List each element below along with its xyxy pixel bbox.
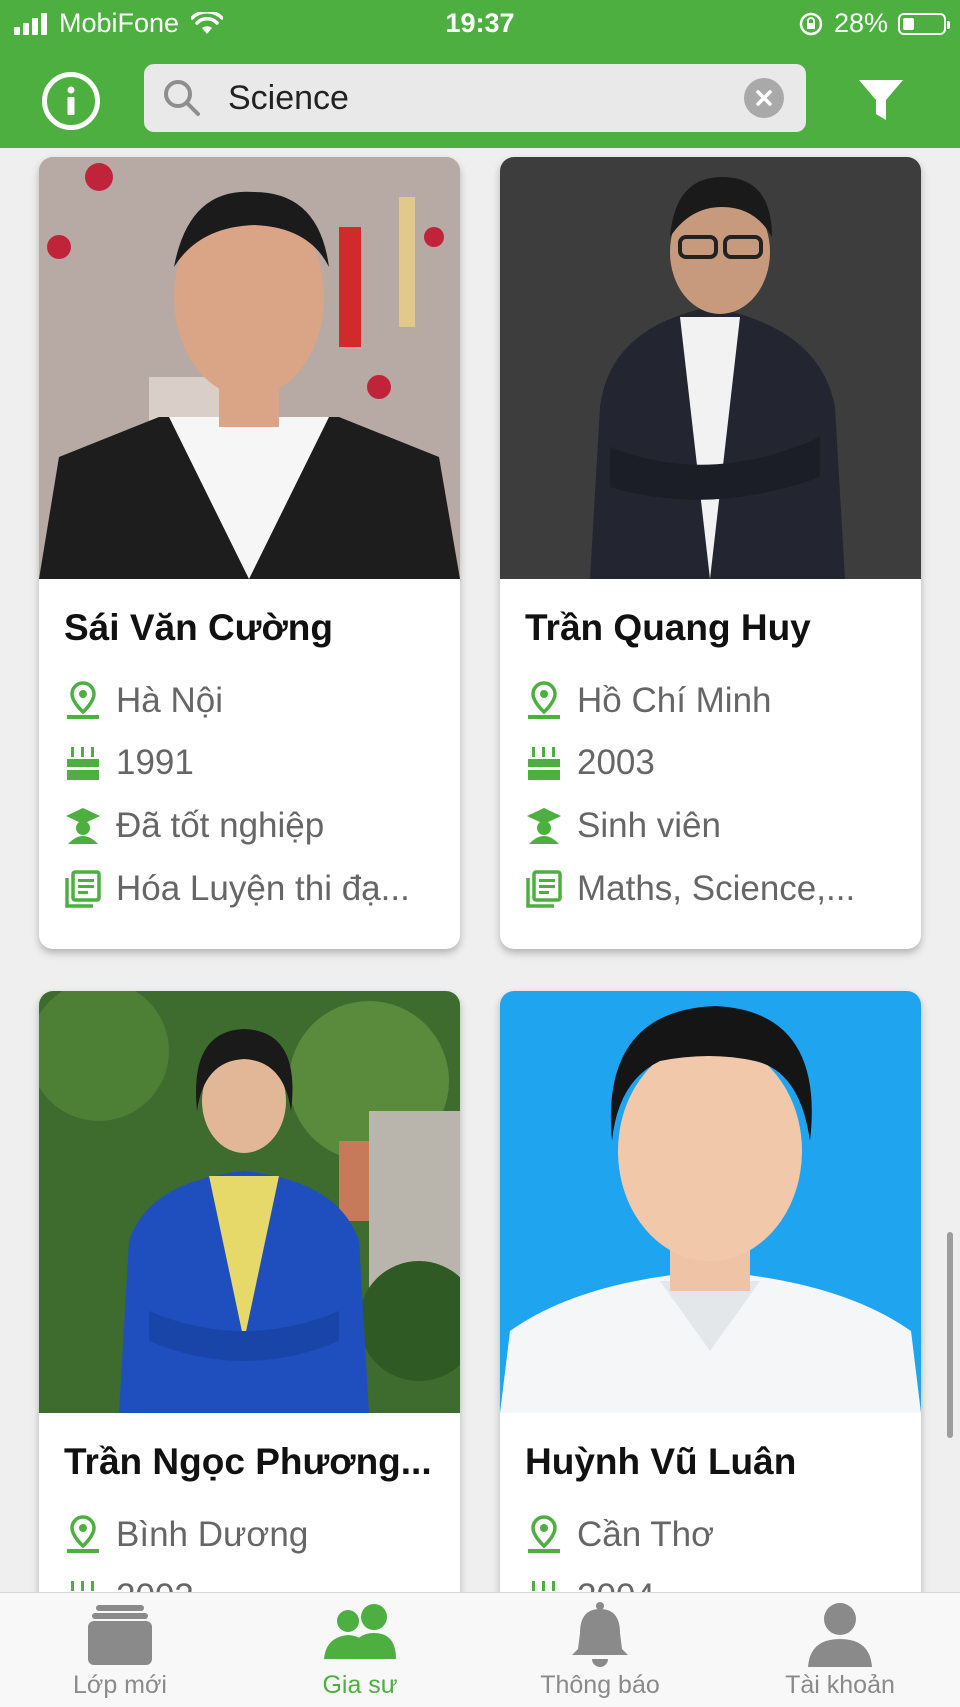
location-pin-icon	[528, 681, 560, 719]
search-input[interactable]	[228, 74, 708, 122]
tutor-subjects: Hóa Luyện thi đạ...	[64, 864, 444, 914]
tutor-location: Hà Nội	[64, 676, 444, 726]
education-text: Đã tốt nghiệp	[116, 806, 325, 845]
tutor-location: Cần Thơ	[525, 1510, 905, 1560]
battery-icon	[898, 12, 950, 35]
tutor-photo	[500, 157, 921, 579]
tutor-name: Huỳnh Vũ Luân	[525, 1441, 797, 1482]
birth-year-text: 2004	[577, 1577, 655, 1592]
tutor-photo	[500, 991, 921, 1413]
birth-year-text: 2003	[577, 743, 655, 782]
tab-label: Gia sư	[322, 1671, 398, 1699]
tutor-grid: Sái Văn Cường Hà Nội 1991 Đã tốt nghiệp …	[0, 148, 960, 1592]
tutor-birth-year: 2003	[64, 1572, 444, 1592]
bell-icon	[572, 1602, 628, 1667]
tutor-name: Trần Ngọc Phương...	[64, 1441, 432, 1482]
tab-label: Lớp mới	[73, 1671, 167, 1699]
info-button[interactable]	[42, 72, 100, 130]
tutor-birth-year: 2003	[525, 738, 905, 788]
status-bar: MobiFone 19:37 28%	[0, 0, 960, 50]
graduation-cap-icon	[66, 808, 100, 844]
search-bar[interactable]	[144, 64, 806, 132]
tutors-icon	[324, 1604, 396, 1659]
tutor-education: Sinh viên	[525, 801, 905, 851]
tab-classes[interactable]: Lớp mới	[0, 1593, 240, 1707]
subjects-book-icon	[65, 870, 101, 908]
account-icon	[808, 1603, 872, 1667]
location-text: Hồ Chí Minh	[577, 681, 772, 720]
orientation-lock-icon	[799, 12, 823, 35]
tutor-name: Trần Quang Huy	[525, 607, 811, 648]
bottom-tab-bar: Lớp mới Gia sư Thông báo Tài khoản	[0, 1592, 960, 1707]
tutor-photo	[39, 991, 460, 1413]
search-icon	[164, 80, 200, 116]
tutor-subjects: Maths, Science,...	[525, 864, 905, 914]
tutor-birth-year: 1991	[64, 738, 444, 788]
birth-year-text: 2003	[116, 1577, 194, 1592]
birthday-cake-icon	[532, 1581, 555, 1591]
location-text: Bình Dương	[116, 1515, 309, 1554]
tab-account[interactable]: Tài khoản	[720, 1593, 960, 1707]
location-text: Hà Nội	[116, 681, 223, 720]
app-header: MobiFone 19:37 28%	[0, 0, 960, 148]
tutor-card[interactable]: Trần Ngọc Phương... Bình Dương 2003	[39, 991, 460, 1592]
location-text: Cần Thơ	[577, 1515, 715, 1554]
location-pin-icon	[67, 681, 99, 719]
tab-label: Thông báo	[540, 1671, 660, 1699]
subjects-book-icon	[526, 870, 562, 908]
birthday-cake-icon	[528, 747, 560, 780]
tab-tutors[interactable]: Gia sư	[240, 1593, 480, 1707]
classes-icon	[88, 1605, 152, 1665]
tab-label: Tài khoản	[785, 1671, 895, 1699]
subjects-text: Maths, Science,...	[577, 869, 856, 908]
education-text: Sinh viên	[577, 806, 721, 845]
tutor-card[interactable]: Huỳnh Vũ Luân Cần Thơ 2004	[500, 991, 921, 1592]
birth-year-text: 1991	[116, 743, 194, 782]
birthday-cake-icon	[67, 747, 99, 780]
tutor-location: Hồ Chí Minh	[525, 676, 905, 726]
tutor-card[interactable]: Trần Quang Huy Hồ Chí Minh 2003 Sinh viê…	[500, 157, 921, 949]
tutor-education: Đã tốt nghiệp	[64, 801, 444, 851]
tutor-location: Bình Dương	[64, 1510, 444, 1560]
tutor-photo	[39, 157, 460, 579]
tutor-name: Sái Văn Cường	[64, 607, 333, 648]
close-icon	[756, 90, 772, 106]
clear-search-button[interactable]	[744, 78, 784, 118]
tutor-birth-year: 2004	[525, 1572, 905, 1592]
filter-icon[interactable]	[856, 76, 906, 126]
location-pin-icon	[528, 1515, 560, 1553]
scrollbar[interactable]	[947, 1232, 953, 1438]
tab-notifications[interactable]: Thông báo	[480, 1593, 720, 1707]
battery-percent: 28%	[833, 8, 888, 38]
location-pin-icon	[67, 1515, 99, 1553]
subjects-text: Hóa Luyện thi đạ...	[116, 869, 410, 908]
birthday-cake-icon	[71, 1581, 94, 1591]
tutor-card[interactable]: Sái Văn Cường Hà Nội 1991 Đã tốt nghiệp …	[39, 157, 460, 949]
graduation-cap-icon	[527, 808, 561, 844]
info-icon	[67, 86, 75, 115]
